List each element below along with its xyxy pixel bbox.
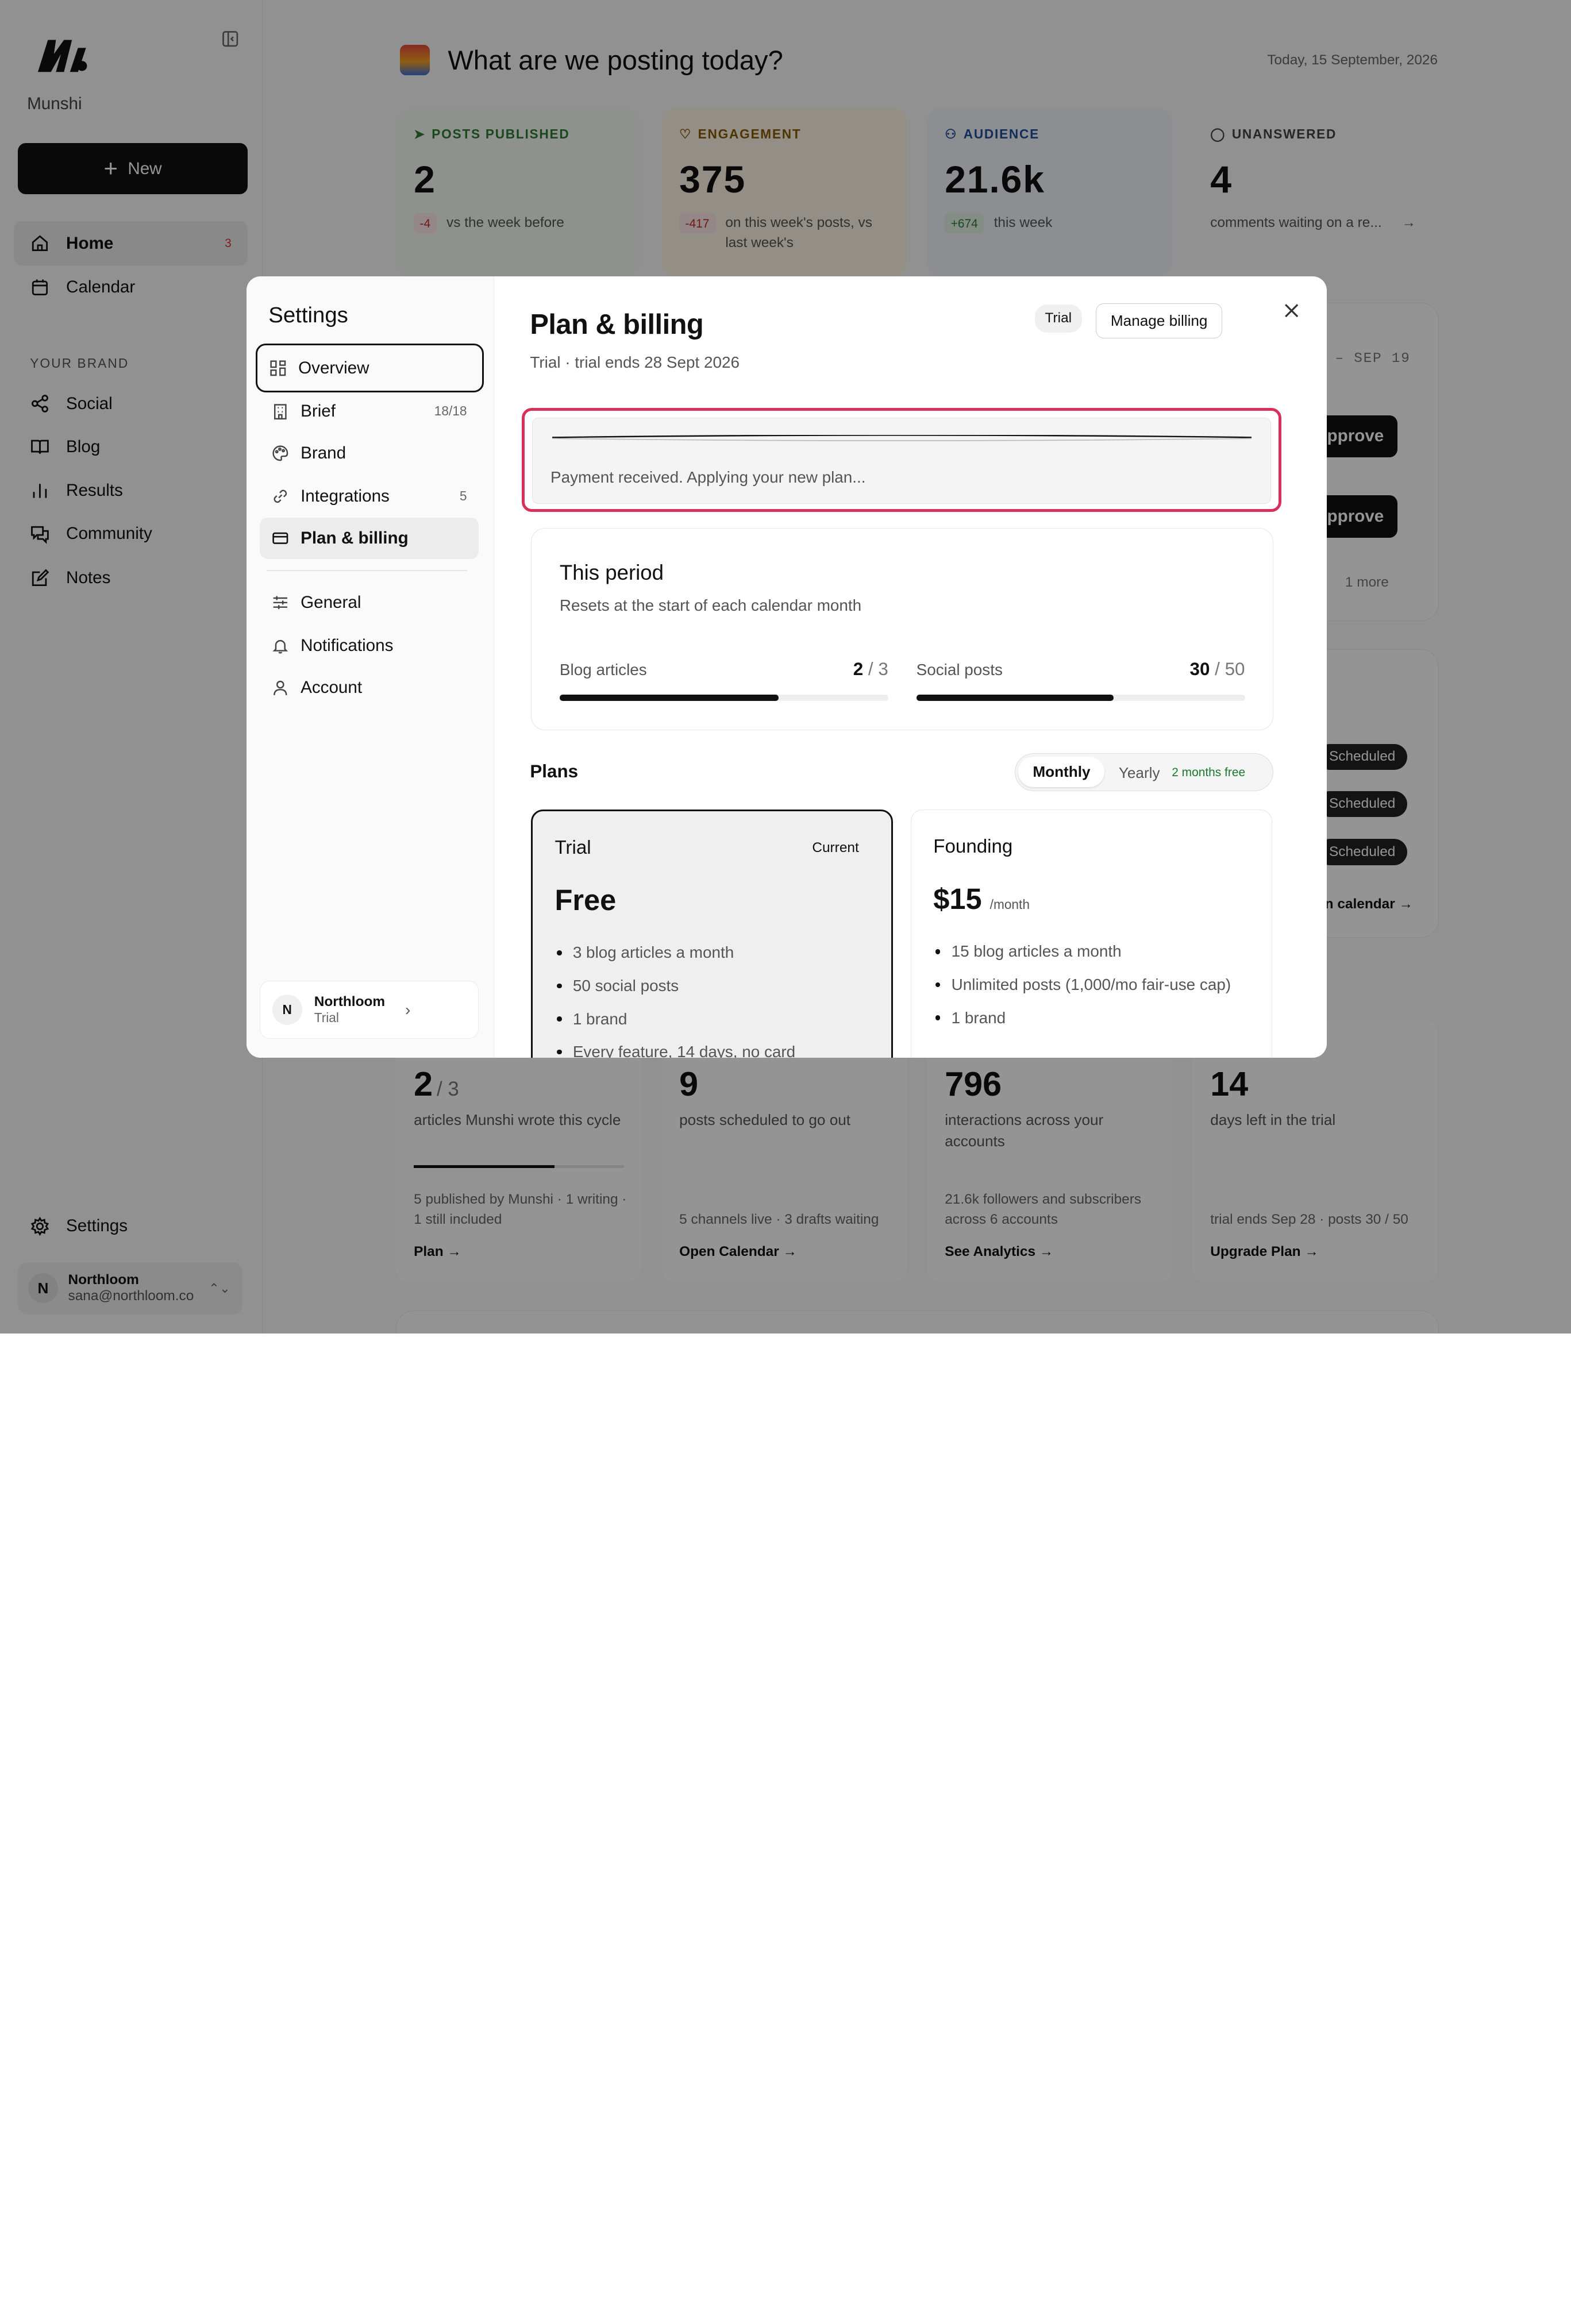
grid-icon (269, 360, 286, 376)
workspace-switcher[interactable]: N Northloom Trial › (259, 980, 479, 1039)
palette-icon (272, 445, 288, 461)
plan-feature: Unlimited posts (1,000/mo fair-use cap) (933, 973, 1234, 996)
meter-label: Blog articles (559, 661, 647, 679)
workspace-plan: Trial (314, 1010, 339, 1026)
settings-item-overview[interactable]: Overview (255, 344, 484, 393)
meter-fill (916, 695, 1114, 701)
plan-features: 15 blog articles a month Unlimited posts… (933, 940, 1234, 1039)
sliders-icon (273, 596, 287, 610)
plan-card-founding[interactable]: Founding $15 /month 15 blog articles a m… (910, 809, 1273, 1058)
usage-card: This period Resets at the start of each … (531, 527, 1274, 731)
settings-item-label: Integrations (301, 486, 390, 506)
settings-item-label: Overview (298, 358, 369, 377)
payment-status-text: Payment received. Applying your new plan… (550, 468, 866, 486)
usage-meter-blog: Blog articles 2 / 3 (559, 658, 888, 701)
plan-price-period: /month (989, 897, 1030, 912)
link-icon (274, 490, 287, 503)
settings-item-label: Brief (301, 401, 336, 421)
plan-feature: 1 brand (933, 1007, 1234, 1030)
settings-nav: Settings Overview Brief 18/18 Brand Inte… (246, 276, 494, 1058)
page-title: Plan & billing (530, 309, 704, 340)
settings-item-brief[interactable]: Brief 18/18 (260, 391, 479, 431)
yearly-option[interactable]: Yearly (1119, 764, 1160, 782)
bell-icon (272, 639, 288, 654)
plan-feature: 1 brand (555, 1008, 855, 1031)
divider (266, 570, 467, 571)
usage-meter-social: Social posts 30 / 50 (916, 658, 1245, 701)
settings-item-label: Plan & billing (301, 529, 409, 548)
workspace-name: Northloom (314, 994, 386, 1010)
settings-item-general[interactable]: General (260, 582, 479, 623)
meter-total: 50 (1225, 658, 1245, 679)
settings-item-notifications[interactable]: Notifications (260, 625, 479, 666)
settings-item-plan-billing[interactable]: Plan & billing (259, 518, 479, 559)
monthly-option[interactable]: Monthly (1018, 757, 1105, 787)
brief-count: 18/18 (434, 403, 467, 419)
meter-used: 30 (1189, 658, 1210, 679)
billing-interval-toggle: Monthly Yearly 2 months free (1015, 753, 1274, 792)
building-icon (274, 404, 287, 420)
plans-title: Plans (530, 761, 579, 782)
close-icon[interactable] (1283, 302, 1300, 319)
chevron-right-icon: › (405, 1000, 411, 1019)
plan-price: $15 (933, 882, 982, 916)
manage-billing-button[interactable]: Manage billing (1096, 303, 1222, 339)
usage-title: This period (559, 560, 664, 584)
meter-bar (559, 695, 888, 701)
workspace-avatar: N (272, 995, 302, 1025)
plan-badge: Trial (1035, 305, 1082, 333)
plan-price: Free (555, 884, 617, 917)
plan-name: Trial (555, 837, 591, 859)
meter-bar (916, 695, 1245, 701)
settings-item-label: Brand (301, 443, 346, 463)
progress-indicator (552, 435, 1252, 441)
plan-feature: Every feature, 14 days, no card (555, 1040, 855, 1058)
plan-features: 3 blog articles a month 50 social posts … (555, 941, 855, 1058)
settings-item-integrations[interactable]: Integrations 5 (260, 476, 479, 517)
settings-title: Settings (268, 302, 348, 327)
meter-fill (559, 695, 779, 701)
settings-item-label: Account (301, 677, 363, 697)
plan-feature: 50 social posts (555, 974, 855, 997)
plan-name: Founding (933, 836, 1013, 858)
settings-item-account[interactable]: Account (260, 667, 479, 708)
payment-status-highlight: Payment received. Applying your new plan… (522, 407, 1282, 512)
settings-item-brand[interactable]: Brand (260, 433, 479, 473)
plan-feature: 3 blog articles a month (555, 941, 855, 964)
yearly-discount-badge: 2 months free (1172, 766, 1246, 780)
settings-item-label: Notifications (301, 635, 394, 655)
usage-subtitle: Resets at the start of each calendar mon… (559, 596, 862, 615)
settings-modal: Settings Overview Brief 18/18 Brand Inte… (246, 276, 1327, 1058)
plan-card-trial[interactable]: Trial Current Free 3 blog articles a mon… (531, 809, 893, 1058)
user-icon (273, 680, 287, 696)
payment-status-banner: Payment received. Applying your new plan… (532, 417, 1272, 504)
card-icon (272, 533, 288, 545)
meter-total: 3 (878, 658, 888, 679)
app-root: Munshi + New Home 3 Calendar YOUR BRAND … (0, 0, 1571, 1333)
current-plan-badge: Current (812, 840, 859, 856)
integrations-count: 5 (459, 488, 467, 504)
plan-subtitle: Trial · trial ends 28 Sept 2026 (530, 353, 740, 372)
plan-feature: 15 blog articles a month (933, 940, 1234, 963)
settings-item-label: General (301, 592, 361, 612)
meter-used: 2 (853, 658, 864, 679)
